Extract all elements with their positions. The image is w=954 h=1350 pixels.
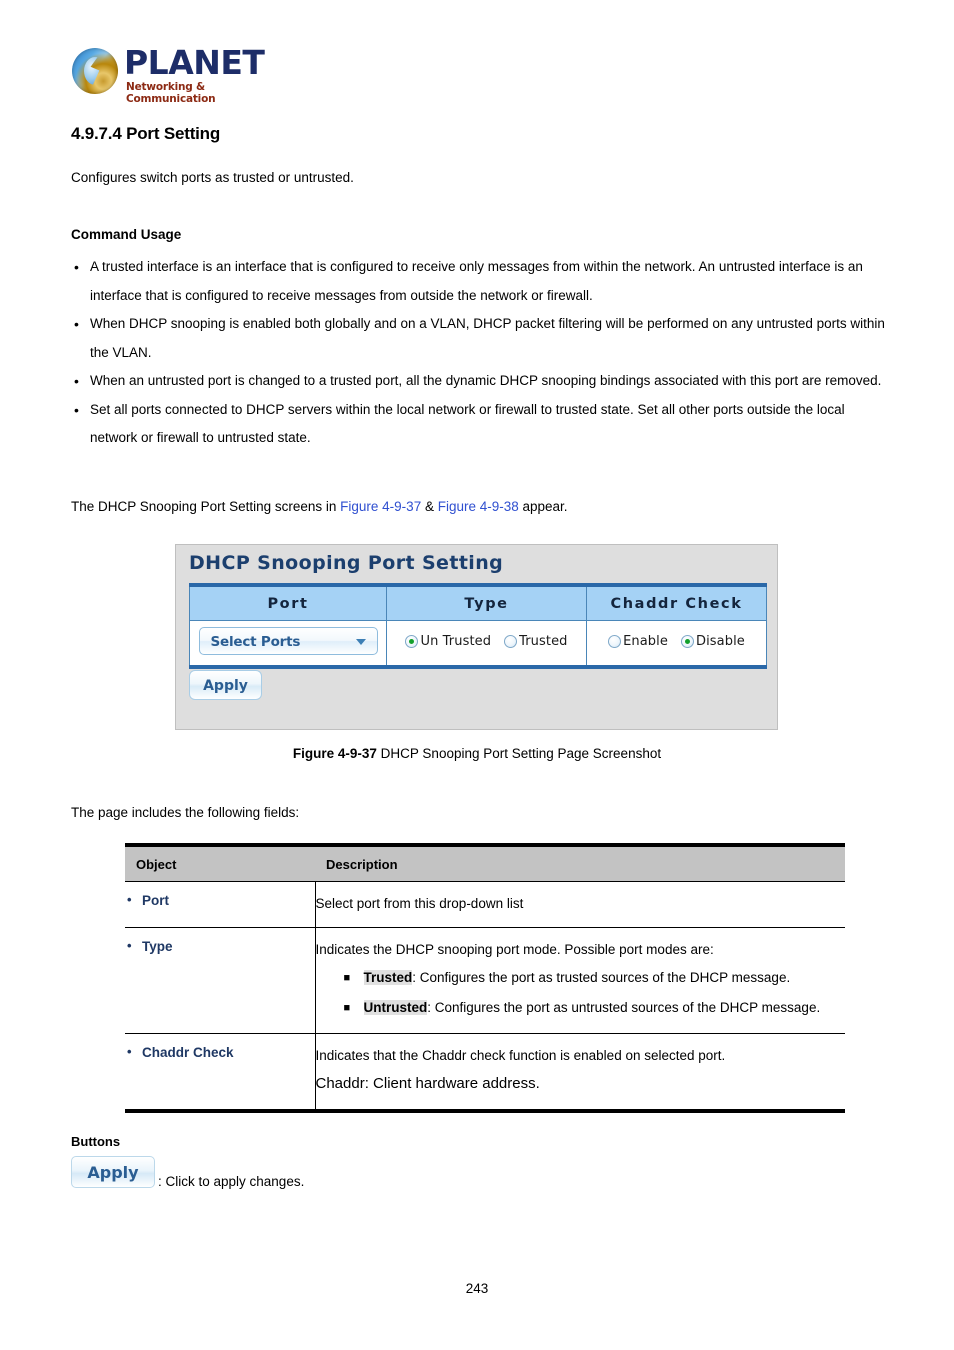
radio-indicator-un-trusted [405,634,419,648]
radio-indicator-disable [680,634,694,648]
description-extra-text: Chaddr: Client hardware address. [315,1075,540,1092]
fields-intro-line: The page includes the following fields: [71,805,300,820]
apply-button-illustration[interactable]: Apply [71,1156,155,1188]
column-header-type: Type [386,585,587,621]
port-select-dropdown[interactable]: Select Ports [198,626,378,655]
page-number: 243 [465,1281,489,1296]
figure-link-4-9-37[interactable]: Figure 4-9-37 [340,499,421,514]
description-text: Indicates the DHCP snooping port mode. P… [315,942,714,957]
object-description-table: Object Description Port Select port from… [125,843,845,1113]
radio-indicator-trusted [504,634,518,648]
port-select-value: Select Ports [210,633,301,650]
column-header-port: Port [189,585,387,621]
page-title: 4.9.7.4 Port Setting [71,124,221,143]
apply-button[interactable]: Apply [189,670,262,700]
table-row: Chaddr Check Indicates that the Chaddr c… [125,1033,845,1112]
panel-title: DHCP Snooping Port Setting [189,552,504,574]
logo-tagline: Networking & Communication [126,81,216,105]
cell-description: Indicates the DHCP snooping port mode. P… [315,927,846,1034]
radio-label-un-trusted: Un Trusted [420,633,492,649]
term-untrusted-text: : Configures the port as untrusted sourc… [427,1000,821,1015]
object-name-chaddr-check: Chaddr Check [125,1042,315,1063]
radio-enable[interactable]: Enable [608,634,668,649]
radio-un-trusted[interactable]: Un Trusted [405,634,491,649]
intro-paragraph: Configures switch ports as trusted or un… [71,170,354,185]
cell-object: Port [125,881,316,928]
cell-object: Chaddr Check [125,1033,316,1111]
port-setting-table: Port Type Chaddr Check Select Ports Un T… [189,583,767,669]
command-usage-heading: Command Usage [71,227,182,242]
cell-object: Type [125,927,316,1034]
description-text: Indicates that the Chaddr check function… [315,1048,726,1063]
apply-button-caption: : Click to apply changes. [158,1174,305,1189]
logo-wordmark: PLANET [124,43,265,82]
screens-reference-line: The DHCP Snooping Port Setting screens i… [71,499,568,514]
term-trusted-text: : Configures the port as trusted sources… [412,970,791,985]
screens-mid: & [421,499,438,514]
globe-icon [72,48,118,94]
table-row: Type Indicates the DHCP snooping port mo… [125,927,846,1034]
radio-label-enable: Enable [623,633,668,649]
radio-disable[interactable]: Disable [680,633,745,649]
figure-caption-text: DHCP Snooping Port Setting Page Screensh… [376,746,662,761]
cell-description: Indicates that the Chaddr check function… [315,1034,845,1112]
planet-logo: PLANET Networking & Communication [72,45,265,105]
screens-suffix: appear. [518,499,568,514]
radio-label-trusted: Trusted [519,633,568,649]
port-mode-list: Trusted: Configures the port as trusted … [316,963,846,1023]
table-row: Port Select port from this drop-down lis… [125,881,845,928]
chevron-down-icon [355,638,366,645]
chaddr-radio-group: Enable Disable [608,634,745,649]
table-header-row: Object Description [125,845,845,882]
term-trusted: Trusted [363,970,413,985]
column-header-chaddr-check: Chaddr Check [586,585,767,621]
radio-label-disable: Disable [695,633,745,649]
list-item: Trusted: Configures the port as trusted … [316,963,846,993]
cell-chaddr-check: Enable Disable [586,620,767,667]
dhcp-snooping-port-setting-panel: DHCP Snooping Port Setting Port Type Cha… [175,544,778,730]
term-untrusted: Untrusted [363,1000,428,1015]
screens-prefix: The DHCP Snooping Port Setting screens i… [71,499,341,514]
table-row: Select Ports Un Trusted Trusted Enable D… [189,620,767,667]
column-header-object: Object [125,845,315,882]
description-text: Select port from this drop-down list [315,896,524,911]
buttons-heading: Buttons [71,1134,121,1149]
list-item: A trusted interface is an interface that… [71,253,886,310]
list-item: When an untrusted port is changed to a t… [71,367,886,396]
object-name-port: Port [125,890,315,911]
column-header-description: Description [315,845,845,882]
table-header-row: Port Type Chaddr Check [189,585,767,621]
figure-caption: Figure 4-9-37 DHCP Snooping Port Setting… [0,746,954,761]
type-radio-group: Un Trusted Trusted [405,634,567,649]
radio-trusted[interactable]: Trusted [504,634,567,649]
command-usage-list: A trusted interface is an interface that… [71,253,886,453]
object-name-type: Type [125,936,315,957]
figure-caption-label: Figure 4-9-37 [292,746,377,761]
cell-description: Select port from this drop-down list [315,881,845,928]
list-item: When DHCP snooping is enabled both globa… [71,310,886,367]
list-item: Untrusted: Configures the port as untrus… [316,993,846,1023]
figure-link-4-9-38[interactable]: Figure 4-9-38 [438,499,519,514]
cell-type: Un Trusted Trusted [386,620,587,667]
list-item: Set all ports connected to DHCP servers … [71,396,886,453]
cell-port: Select Ports [189,620,387,667]
radio-indicator-enable [608,634,622,648]
